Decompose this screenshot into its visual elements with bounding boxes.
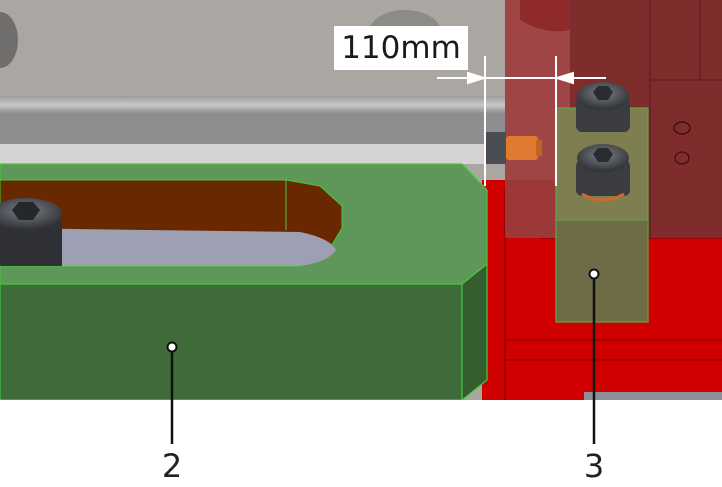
part-2-side-face — [461, 262, 488, 402]
gray-block — [584, 392, 722, 400]
assembly-diagram — [0, 0, 722, 487]
rail-shadow — [0, 144, 505, 164]
bracket-bolt-upper — [576, 82, 630, 132]
rail-lower — [0, 114, 505, 144]
dimension-label: 110mm — [334, 26, 468, 70]
rail-upper — [0, 96, 505, 114]
slot-bolt — [0, 198, 62, 266]
guide-pin — [486, 132, 542, 164]
part-2-front-face — [0, 283, 463, 401]
part-3-bracket — [555, 219, 649, 323]
callout-label-3: 3 — [583, 447, 605, 485]
bracket-bolt-lower — [576, 144, 630, 202]
callout-label-2: 2 — [161, 447, 183, 485]
